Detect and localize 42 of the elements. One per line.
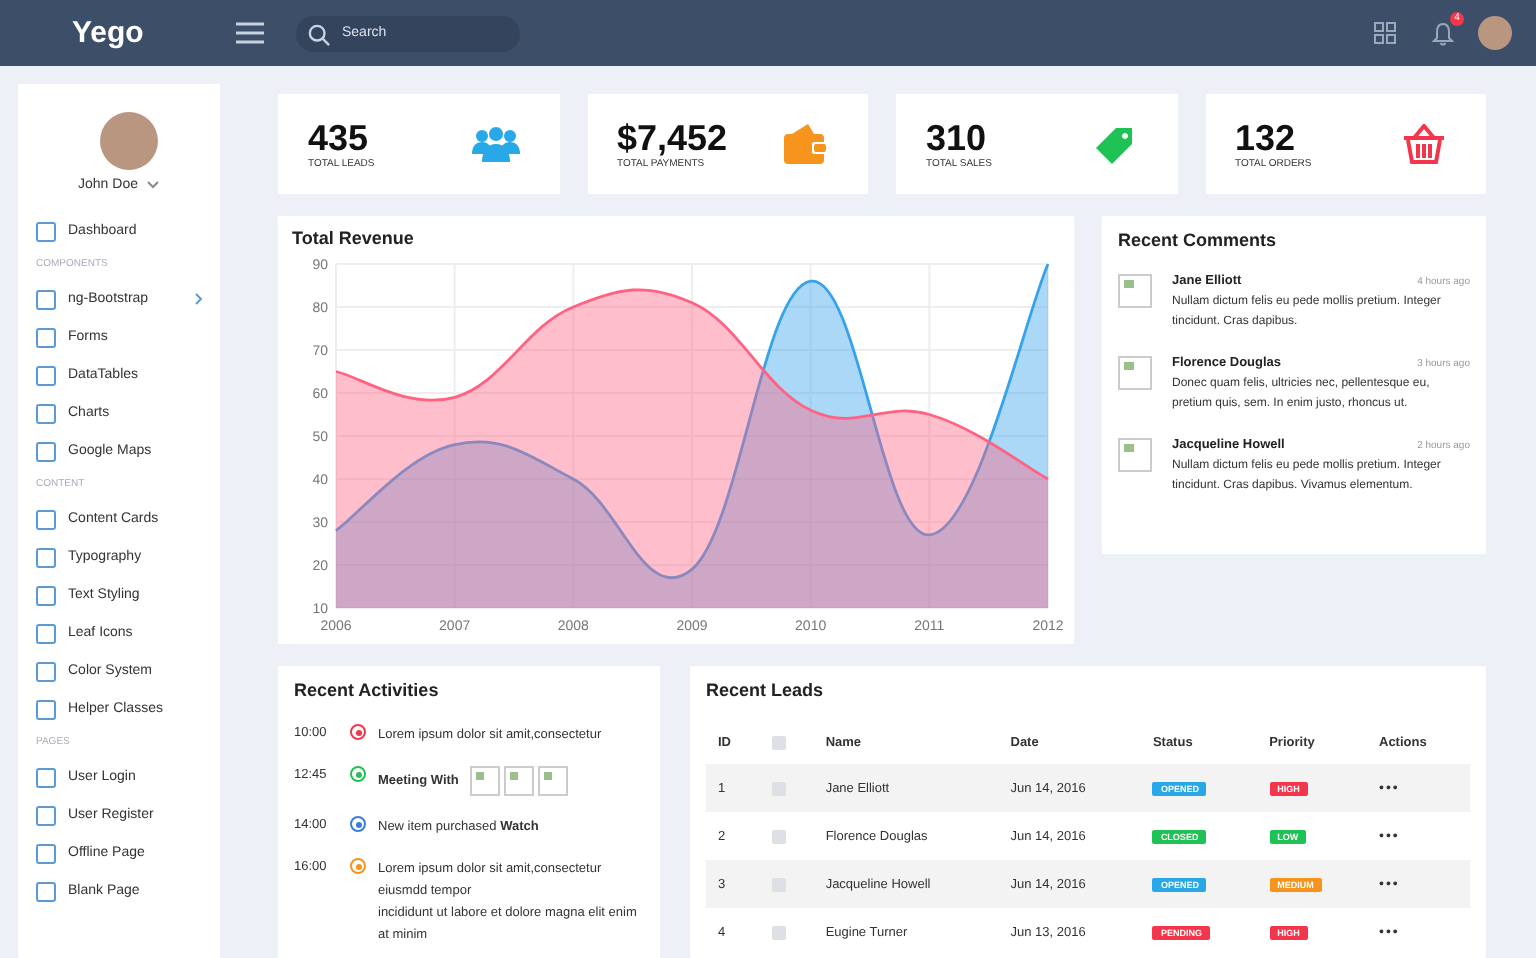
image-icon: [1118, 356, 1152, 390]
image-icon: [1118, 274, 1152, 308]
checkbox[interactable]: [771, 925, 786, 939]
stat-value: 435: [308, 118, 371, 158]
stat-value: 310: [926, 118, 989, 158]
square-icon: [36, 843, 56, 863]
square-icon: [36, 767, 56, 787]
image-icon: [470, 766, 501, 796]
card-title: Recent Leads: [706, 680, 826, 700]
user-avatar[interactable]: [1478, 16, 1512, 50]
caret-icon: [145, 180, 160, 190]
card-title: Recent Comments: [1118, 230, 1279, 250]
square-icon: [36, 509, 56, 529]
checkbox[interactable]: [771, 829, 786, 843]
stat-value: 132: [1235, 118, 1298, 158]
bell-icon[interactable]: [1432, 21, 1454, 45]
stat-value: $7,452: [617, 118, 728, 158]
card-title: Total Revenue: [292, 228, 416, 248]
square-icon: [36, 221, 56, 241]
square-icon: [36, 623, 56, 643]
square-icon: [36, 365, 56, 385]
search-icon: [308, 23, 330, 45]
square-icon: [36, 441, 56, 461]
square-icon: [36, 403, 56, 423]
square-icon: [36, 547, 56, 567]
image-icon: [1118, 438, 1152, 472]
checkbox[interactable]: [771, 735, 786, 749]
square-icon: [36, 805, 56, 825]
menu-icon[interactable]: [236, 22, 264, 44]
square-icon: [36, 327, 56, 347]
square-icon: [36, 881, 56, 901]
chevron-icon: [194, 292, 204, 306]
image-icon: [538, 766, 569, 796]
square-icon: [36, 289, 56, 309]
square-icon: [36, 699, 56, 719]
image-icon: [504, 766, 535, 796]
grid-icon[interactable]: [1374, 22, 1396, 44]
user-avatar: [99, 112, 157, 170]
logo[interactable]: Yego: [72, 16, 236, 50]
square-icon: [36, 661, 56, 681]
square-icon: [36, 585, 56, 605]
card-title: Recent Activities: [294, 680, 441, 700]
